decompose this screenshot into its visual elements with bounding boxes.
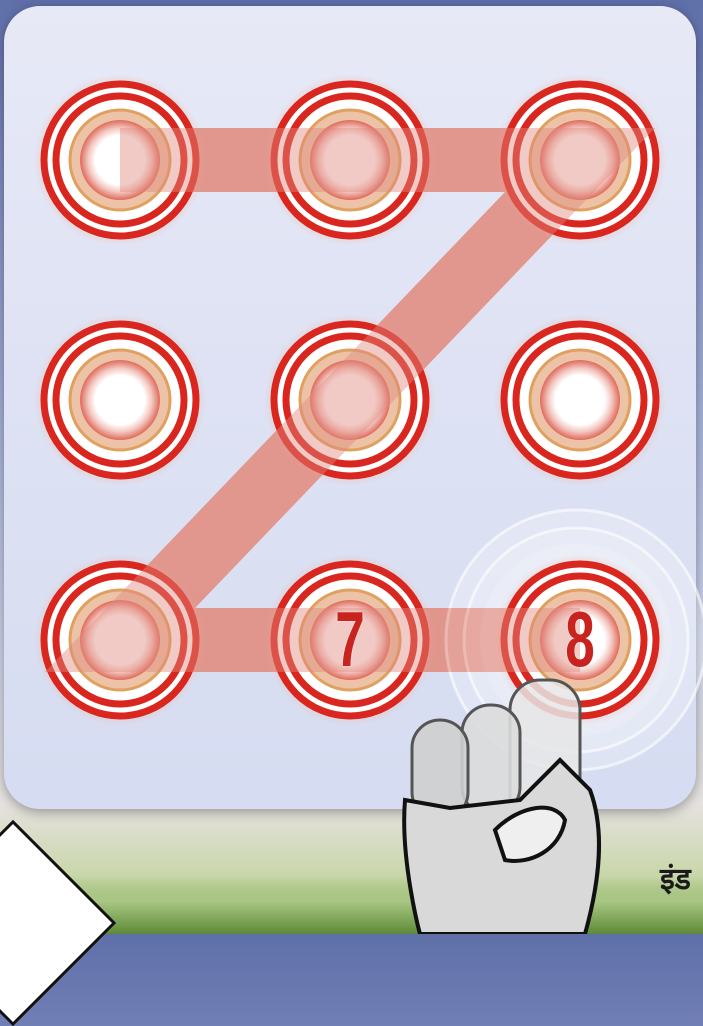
dot-8-label: 7 (335, 595, 365, 683)
pattern-dot-6[interactable] (494, 314, 666, 486)
pattern-grid (34, 74, 703, 934)
dot-9-label: 8 (565, 595, 595, 683)
pattern-dot-4[interactable] (34, 314, 206, 486)
caption-text: इंड (660, 862, 691, 897)
hand-pointer-icon (402, 678, 602, 934)
